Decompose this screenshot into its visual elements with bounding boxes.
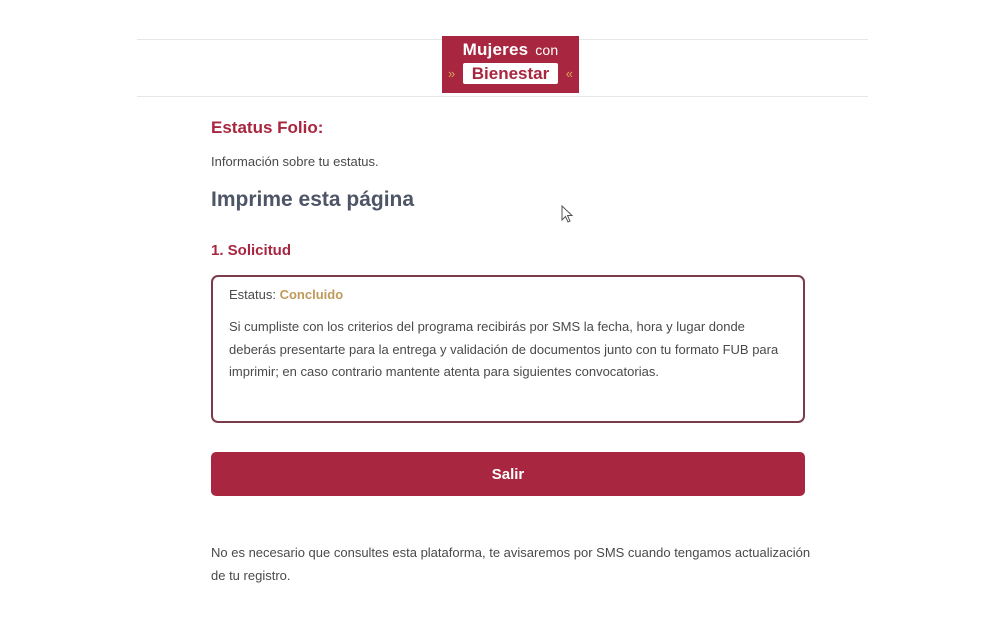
logo-con-text: con xyxy=(535,42,559,58)
step-solicitud-title: 1. Solicitud xyxy=(211,242,292,259)
status-card: Estatus: Concluido Si cumpliste con los … xyxy=(211,275,805,423)
status-value: Concluido xyxy=(279,287,344,302)
print-page-heading: Imprime esta página xyxy=(211,188,415,211)
logo-line1: Mujeres con xyxy=(442,40,579,60)
status-folio-title: Estatus Folio: xyxy=(211,118,324,137)
logo-mujeres-text: Mujeres xyxy=(462,40,529,59)
logo-bienestar-text: Bienestar xyxy=(463,63,558,84)
mouse-cursor-icon xyxy=(561,205,573,223)
status-line: Estatus: Concluido xyxy=(229,287,787,302)
status-message: Si cumpliste con los criterios del progr… xyxy=(229,319,779,379)
exit-button[interactable]: Salir xyxy=(211,452,805,496)
footer-note: No es necesario que consultes esta plata… xyxy=(211,545,811,583)
header-divider-bottom xyxy=(137,96,868,97)
leaf-left-icon: » xyxy=(448,66,456,81)
status-label: Estatus: xyxy=(229,287,276,302)
status-info-text: Información sobre tu estatus. xyxy=(211,154,379,169)
mujeres-con-bienestar-logo: Mujeres con » Bienestar « xyxy=(442,36,579,93)
page: Mujeres con » Bienestar « Estatus Folio:… xyxy=(0,0,1005,620)
leaf-right-icon: « xyxy=(565,66,573,81)
